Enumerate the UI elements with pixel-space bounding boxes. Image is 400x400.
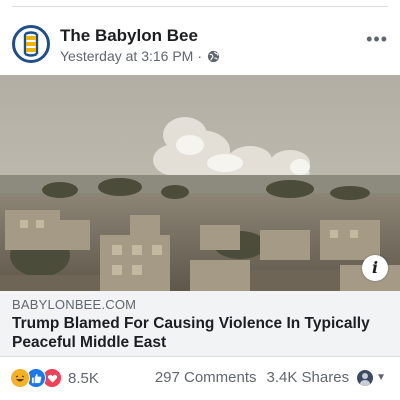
post-header: The Babylon Bee Yesterday at 3:16 PM · •… bbox=[0, 20, 400, 76]
link-preview[interactable]: BABYLONBEE.COM Trump Blamed For Causing … bbox=[0, 291, 400, 357]
page-avatar-logo[interactable] bbox=[12, 25, 50, 63]
meta-separator: · bbox=[197, 48, 203, 64]
more-options-icon[interactable]: ••• bbox=[366, 30, 388, 48]
info-icon[interactable]: i bbox=[362, 255, 388, 281]
haha-reaction-icon bbox=[10, 368, 30, 388]
comments-shares: 297 Comments 3.4K Shares ▼ bbox=[155, 369, 386, 386]
link-headline[interactable]: Trump Blamed For Causing Violence In Typ… bbox=[12, 314, 388, 352]
post-image[interactable]: i bbox=[0, 75, 400, 291]
viewer-avatar[interactable] bbox=[357, 369, 374, 386]
post-timestamp[interactable]: Yesterday at 3:16 PM bbox=[60, 48, 193, 64]
facebook-post: The Babylon Bee Yesterday at 3:16 PM · •… bbox=[0, 0, 400, 400]
reaction-count: 8.5K bbox=[68, 369, 99, 387]
post-meta: Yesterday at 3:16 PM · bbox=[60, 48, 220, 64]
page-name[interactable]: The Babylon Bee bbox=[60, 26, 198, 46]
comments-count[interactable]: 297 Comments bbox=[155, 369, 257, 386]
bee-logo-icon bbox=[23, 31, 39, 57]
globe-icon bbox=[207, 50, 220, 62]
explosion-photo bbox=[0, 75, 400, 291]
engagement-bar: 8.5K 297 Comments 3.4K Shares ▼ bbox=[0, 366, 400, 392]
reactions-summary[interactable]: 8.5K bbox=[10, 368, 99, 388]
divider bbox=[12, 6, 388, 7]
chevron-down-icon[interactable]: ▼ bbox=[376, 372, 386, 383]
link-domain: BABYLONBEE.COM bbox=[12, 297, 137, 312]
shares-count[interactable]: 3.4K Shares bbox=[267, 369, 350, 386]
